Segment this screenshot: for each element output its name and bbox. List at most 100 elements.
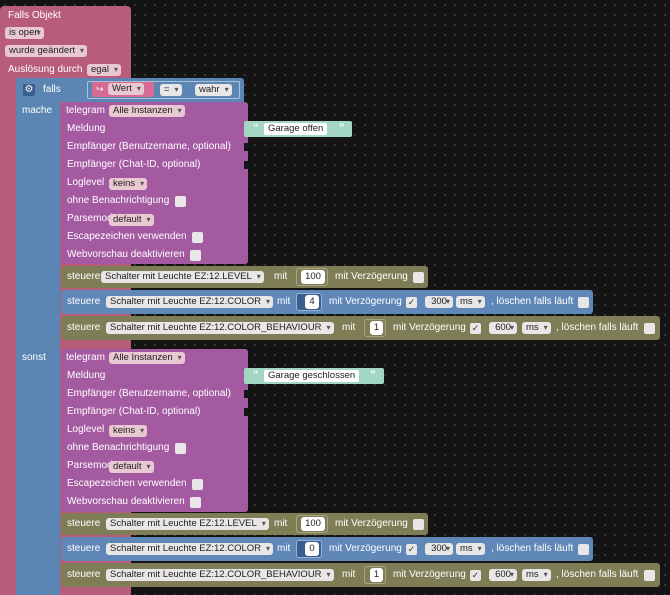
control-label: steuere	[67, 569, 101, 580]
silent-checkbox[interactable]	[175, 443, 186, 454]
telegram-label: telegram	[66, 352, 105, 363]
recipient-user-label: Empfänger (Benutzername, optional)	[67, 141, 231, 152]
quote-close-icon: ”	[370, 369, 376, 381]
control-label: steuere	[67, 271, 101, 282]
color-value[interactable]: 0	[305, 542, 319, 556]
recipient-chat-label: Empfänger (Chat-ID, optional)	[67, 406, 201, 417]
escape-checkbox[interactable]	[192, 479, 203, 490]
behaviour-value[interactable]: 1	[370, 568, 383, 582]
behaviour-clear-checkbox[interactable]	[644, 323, 655, 334]
trigger-state-dropdown[interactable]: is open	[5, 27, 44, 39]
level-delay-checkbox[interactable]	[413, 519, 424, 530]
if-block-rail	[16, 78, 60, 595]
clear-label: , löschen falls läuft	[556, 569, 639, 580]
escape-label: Escapezeichen verwenden	[67, 478, 187, 489]
control-behaviour-object[interactable]: Schalter mit Leuchte EZ:12.COLOR_BEHAVIO…	[106, 322, 334, 334]
control-label: steuere	[67, 543, 101, 554]
input-notch	[244, 161, 248, 169]
level-value[interactable]: 100	[301, 270, 325, 284]
message-label: Meldung	[67, 123, 106, 134]
behaviour-delay-value[interactable]: 600	[489, 322, 517, 334]
delay-label: mit Verzögerung	[335, 518, 408, 529]
color-delay-checkbox[interactable]: ✓	[406, 297, 417, 308]
silent-label: ohne Benachrichtigung	[67, 442, 170, 453]
telegram-label: telegram	[66, 105, 105, 116]
with-label: mit	[342, 569, 356, 580]
operator-dropdown[interactable]: =	[160, 84, 182, 96]
color-delay-unit[interactable]: ms	[456, 543, 485, 555]
message-value[interactable]: Garage geschlossen	[264, 370, 360, 382]
with-label: mit	[277, 296, 291, 307]
clear-label: , löschen falls läuft	[491, 296, 574, 307]
color-delay-value[interactable]: 300	[425, 543, 453, 555]
delay-label: mit Verzögerung	[393, 322, 466, 333]
trigger-label: Auslösung durch	[8, 64, 83, 75]
behaviour-delay-unit[interactable]: ms	[522, 322, 551, 334]
clear-label: , löschen falls läuft	[556, 322, 639, 333]
telegram-instances-dropdown[interactable]: Alle Instanzen	[109, 352, 185, 364]
with-label: mit	[342, 322, 356, 333]
recipient-chat-label: Empfänger (Chat-ID, optional)	[67, 159, 201, 170]
webpreview-label: Webvorschau deaktivieren	[67, 496, 185, 507]
clear-label: , löschen falls läuft	[491, 543, 574, 554]
behaviour-delay-checkbox[interactable]: ✓	[470, 570, 481, 581]
level-value[interactable]: 100	[301, 517, 325, 531]
control-label: steuere	[67, 518, 101, 529]
escape-checkbox[interactable]	[192, 232, 203, 243]
level-delay-checkbox[interactable]	[413, 272, 424, 283]
trigger-block-left	[0, 74, 16, 595]
behaviour-delay-value[interactable]: 600	[489, 569, 517, 581]
escape-label: Escapezeichen verwenden	[67, 231, 187, 242]
else-label: sonst	[22, 352, 46, 363]
value-dropdown[interactable]: Wert	[108, 83, 144, 95]
delay-label: mit Verzögerung	[329, 543, 402, 554]
quote-open-icon: “	[253, 122, 259, 134]
behaviour-delay-checkbox[interactable]: ✓	[470, 323, 481, 334]
behaviour-clear-checkbox[interactable]	[644, 570, 655, 581]
webpreview-label: Webvorschau deaktivieren	[67, 249, 185, 260]
delay-label: mit Verzögerung	[393, 569, 466, 580]
parsemode-dropdown[interactable]: default	[109, 214, 154, 226]
silent-label: ohne Benachrichtigung	[67, 195, 170, 206]
webpreview-checkbox[interactable]	[190, 250, 201, 261]
with-label: mit	[277, 543, 291, 554]
compare-value-dropdown[interactable]: wahr	[195, 84, 232, 96]
color-clear-checkbox[interactable]	[578, 544, 589, 555]
color-delay-checkbox[interactable]: ✓	[406, 544, 417, 555]
control-color-object[interactable]: Schalter mit Leuchte EZ:12.COLOR	[106, 296, 274, 308]
color-delay-value[interactable]: 300	[425, 296, 453, 308]
if-label: falls	[43, 84, 61, 95]
with-label: mit	[274, 518, 288, 529]
control-behaviour-object[interactable]: Schalter mit Leuchte EZ:12.COLOR_BEHAVIO…	[106, 569, 334, 581]
silent-checkbox[interactable]	[175, 196, 186, 207]
control-label: steuere	[67, 296, 101, 307]
color-delay-unit[interactable]: ms	[456, 296, 485, 308]
control-label: steuere	[67, 322, 101, 333]
delay-label: mit Verzögerung	[329, 296, 402, 307]
behaviour-value[interactable]: 1	[370, 321, 383, 335]
control-level-object[interactable]: Schalter mit Leuchte EZ:12.LEVEL	[106, 518, 269, 530]
delay-label: mit Verzögerung	[335, 271, 408, 282]
quote-close-icon: ”	[339, 122, 345, 134]
telegram-instances-dropdown[interactable]: Alle Instanzen	[109, 105, 185, 117]
trigger-change-dropdown[interactable]: wurde geändert	[5, 45, 88, 57]
quote-open-icon: “	[253, 369, 259, 381]
input-notch	[244, 390, 248, 398]
color-clear-checkbox[interactable]	[578, 297, 589, 308]
control-level-object[interactable]: Schalter mit Leuchte EZ:12.LEVEL	[101, 271, 264, 283]
with-label: mit	[274, 271, 288, 282]
trigger-value-dropdown[interactable]: egal	[87, 64, 121, 76]
message-value[interactable]: Garage offen	[264, 123, 328, 135]
gear-icon[interactable]: ⚙	[23, 84, 35, 96]
input-notch	[244, 408, 248, 416]
webpreview-checkbox[interactable]	[190, 497, 201, 508]
control-color-object[interactable]: Schalter mit Leuchte EZ:12.COLOR	[106, 543, 274, 555]
loglevel-dropdown[interactable]: keins	[109, 178, 148, 190]
do-label: mache	[22, 105, 53, 116]
loglevel-dropdown[interactable]: keins	[109, 425, 148, 437]
behaviour-delay-unit[interactable]: ms	[522, 569, 551, 581]
parsemode-dropdown[interactable]: default	[109, 461, 154, 473]
input-notch	[244, 143, 248, 151]
arrow-icon: ↪	[96, 84, 104, 94]
color-value[interactable]: 4	[305, 295, 319, 309]
